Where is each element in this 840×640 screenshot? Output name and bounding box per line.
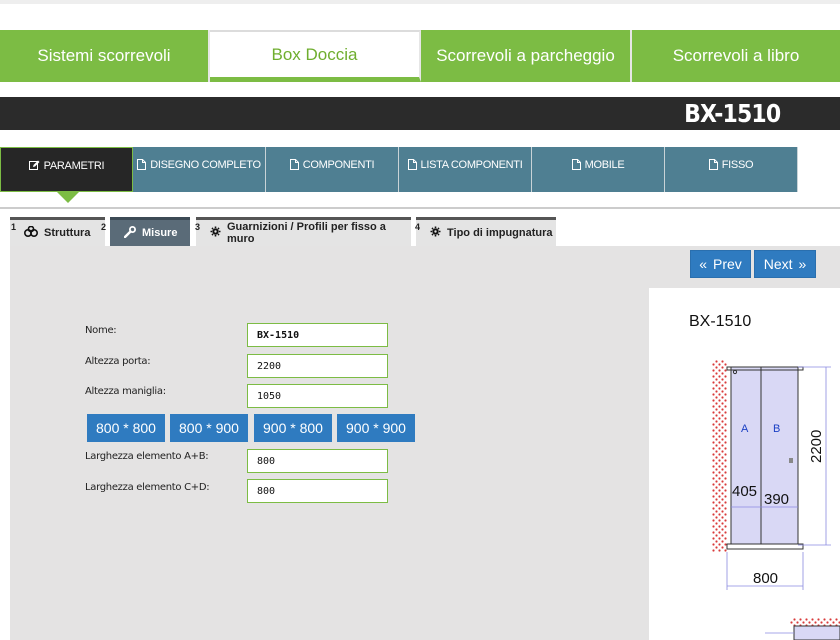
next-button[interactable]: Next » [754, 250, 816, 278]
document-icon [137, 159, 147, 173]
width-cd-label: Larghezza elemento C+D: [85, 482, 210, 493]
model-title: BX-1510 [683, 99, 781, 128]
section-tabs: PARAMETRI DISEGNO COMPLETO COMPONENTI LI… [0, 147, 798, 203]
width-cd-field[interactable]: 800 [247, 479, 388, 503]
wall-hatch [712, 360, 727, 552]
step-tab-struttura[interactable]: 1 Struttura [10, 217, 105, 246]
handle-height-field[interactable]: 1050 [247, 384, 388, 408]
tab-label: LISTA COMPONENTI [420, 159, 523, 171]
width-b-dimension: 390 [764, 491, 789, 508]
wrench-icon [123, 225, 136, 241]
app-root: Sistemi scorrevoli Box Doccia Scorrevoli… [0, 0, 840, 640]
size-preset-button[interactable]: 800 * 900 [170, 414, 248, 442]
panel-b-label: B [773, 423, 780, 435]
step-label: Misure [142, 227, 178, 239]
step-number: 3 [195, 222, 201, 232]
next-label: Next [763, 256, 793, 272]
drawing-title: BX-1510 [689, 313, 752, 330]
tab-scorrevoli-a-parcheggio[interactable]: Scorrevoli a parcheggio [421, 30, 632, 82]
tab-sistemi-scorrevoli[interactable]: Sistemi scorrevoli [0, 30, 210, 82]
width-ab-field[interactable]: 800 [247, 449, 388, 473]
shower-box-drawing: A B 2200 405 390 800 [712, 360, 840, 640]
step-label: Tipo di impugnatura [447, 227, 553, 239]
door-height-field[interactable]: 2200 [247, 354, 388, 378]
name-field[interactable]: BX-1510 [247, 323, 388, 347]
step-tab-impugnatura[interactable]: 4 Tipo di impugnatura [415, 217, 556, 246]
size-preset-button[interactable]: 900 * 900 [337, 414, 415, 442]
tab-label: DISEGNO COMPLETO [150, 159, 261, 171]
handle-height-label: Altezza maniglia: [85, 386, 166, 397]
tab-label: PARAMETRI [43, 160, 105, 172]
cubes-icon [23, 225, 39, 240]
size-preset-button[interactable]: 900 * 800 [254, 414, 332, 442]
document-icon [407, 159, 417, 173]
drawing-panel: A B 2200 405 390 800 [649, 288, 840, 640]
gear-icon [210, 226, 221, 240]
tab-box-doccia[interactable]: Box Doccia [210, 30, 421, 82]
gear-icon [430, 226, 441, 240]
step-number: 4 [415, 222, 421, 232]
step-number: 2 [101, 222, 107, 232]
size-preset-button[interactable]: 800 * 800 [87, 414, 165, 442]
tab-fisso[interactable]: FISSO [665, 147, 798, 192]
panel-a-label: A [741, 423, 749, 435]
prev-button[interactable]: « Prev [690, 250, 751, 278]
tab-disegno-completo[interactable]: DISEGNO COMPLETO [133, 147, 266, 192]
panel-b [760, 366, 799, 546]
step-label: Struttura [44, 227, 91, 239]
tab-label: COMPONENTI [302, 159, 375, 171]
panel-a [730, 366, 762, 546]
name-label: Nome: [85, 325, 117, 336]
width-a-dimension: 405 [732, 483, 757, 500]
document-icon [708, 159, 718, 173]
prev-label: Prev [713, 256, 742, 272]
tab-label: FISSO [721, 159, 754, 171]
tab-label: MOBILE [584, 159, 625, 171]
document-icon [571, 159, 581, 173]
top-strip [0, 0, 840, 4]
total-width-dimension: 800 [753, 570, 778, 587]
tab-componenti[interactable]: COMPONENTI [266, 147, 399, 192]
width-ab-label: Larghezza elemento A+B: [85, 451, 209, 462]
double-chevron-left-icon: « [699, 256, 707, 272]
category-tabs: Sistemi scorrevoli Box Doccia Scorrevoli… [0, 30, 840, 82]
tab-scorrevoli-a-libro[interactable]: Scorrevoli a libro [632, 30, 840, 82]
section-divider [0, 207, 840, 209]
step-label: Guarnizioni / Profili per fisso a muro [227, 221, 386, 245]
edit-icon [28, 160, 40, 174]
document-icon [289, 159, 299, 173]
height-dimension: 2200 [808, 430, 825, 463]
double-chevron-right-icon: » [798, 256, 807, 272]
tab-parametri[interactable]: PARAMETRI [0, 147, 133, 203]
step-number: 1 [11, 222, 17, 232]
tab-lista-componenti[interactable]: LISTA COMPONENTI [399, 147, 532, 192]
model-banner: BX-1510 [0, 97, 840, 130]
tab-mobile[interactable]: MOBILE [532, 147, 665, 192]
step-tab-misure[interactable]: 2 Misure [101, 217, 190, 246]
step-tab-guarnizioni[interactable]: 3 Guarnizioni / Profili per fisso a muro [195, 217, 411, 246]
door-height-label: Altezza porta: [85, 356, 151, 367]
